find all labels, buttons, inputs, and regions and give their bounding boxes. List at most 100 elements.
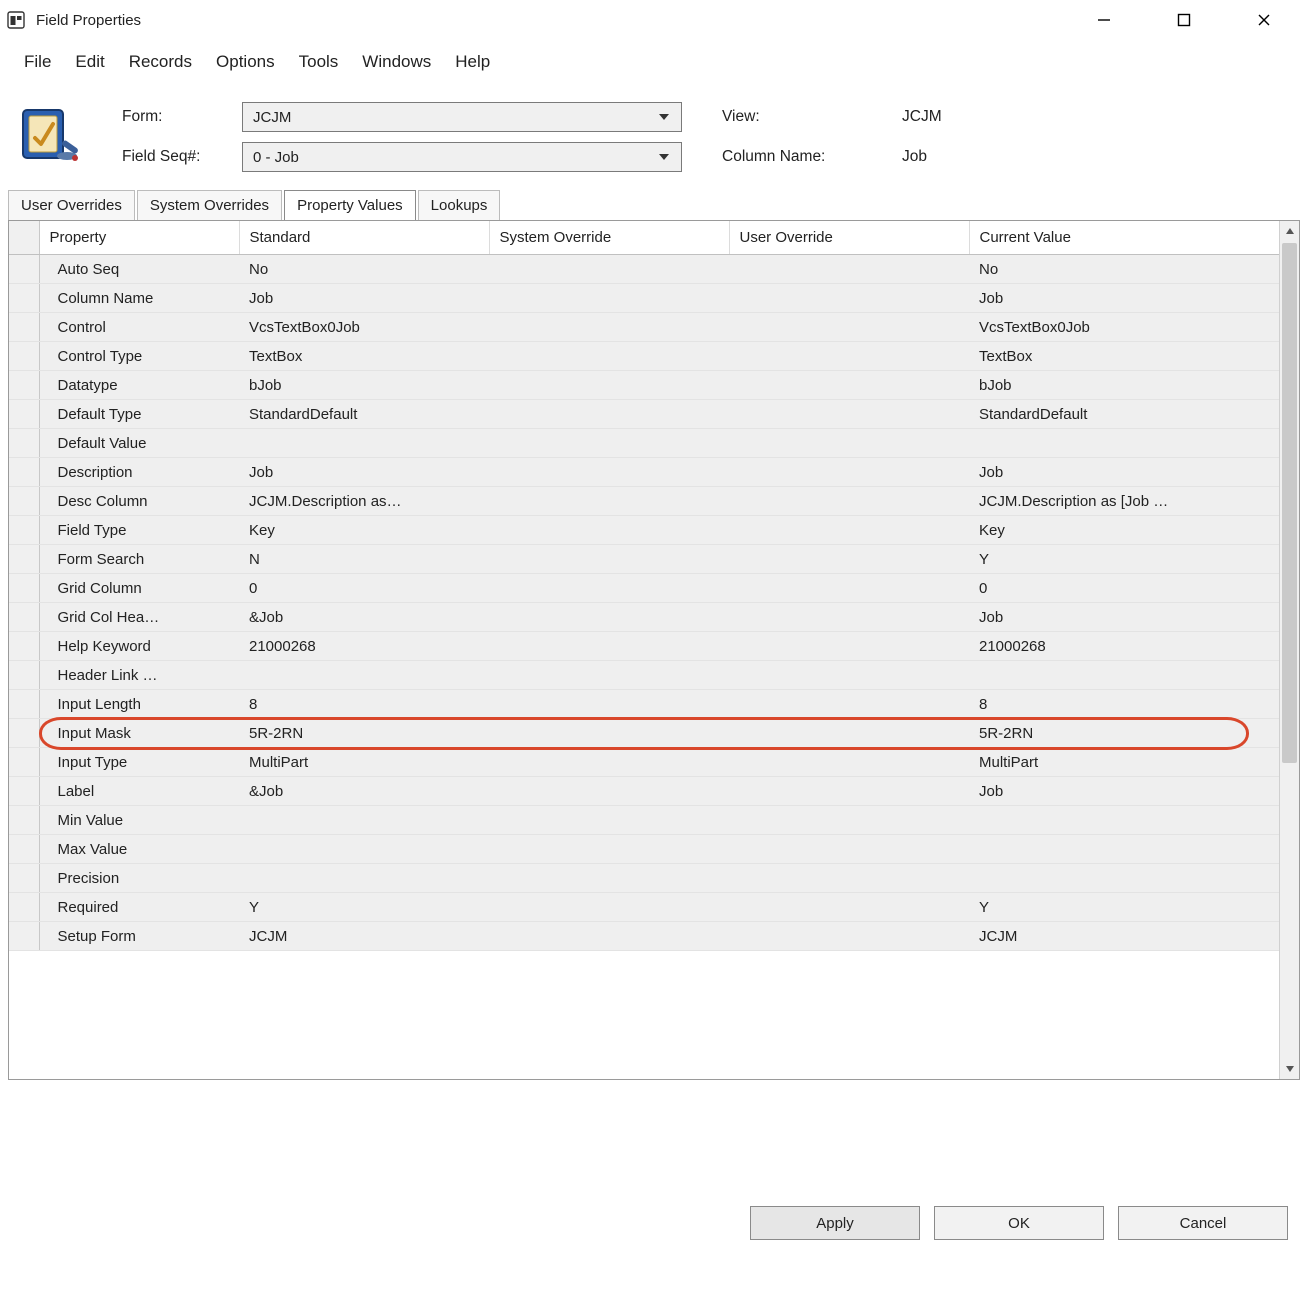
apply-button[interactable]: Apply [750, 1206, 920, 1240]
table-row[interactable]: Desc ColumnJCJM.Description as…JCJM.Desc… [9, 487, 1279, 516]
table-row[interactable]: Control TypeTextBoxTextBox [9, 342, 1279, 371]
menu-file[interactable]: File [24, 52, 51, 72]
cell-property: Grid Column [39, 574, 239, 603]
table-row[interactable]: Field TypeKeyKey [9, 516, 1279, 545]
table-row[interactable]: Help Keyword2100026821000268 [9, 632, 1279, 661]
cell-current: JCJM [969, 922, 1279, 951]
cell-user [729, 574, 969, 603]
row-gutter [9, 371, 39, 400]
tab-user-overrides[interactable]: User Overrides [8, 190, 135, 220]
columnname-label: Column Name: [722, 148, 902, 166]
cell-current: StandardDefault [969, 400, 1279, 429]
ok-button[interactable]: OK [934, 1206, 1104, 1240]
table-row[interactable]: Auto SeqNoNo [9, 255, 1279, 284]
cell-standard: 21000268 [239, 632, 489, 661]
scroll-up-icon[interactable] [1280, 221, 1299, 241]
table-row[interactable]: RequiredYY [9, 893, 1279, 922]
cell-standard: 5R-2RN [239, 719, 489, 748]
cell-system [489, 284, 729, 313]
tab-system-overrides[interactable]: System Overrides [137, 190, 282, 220]
scroll-thumb[interactable] [1282, 243, 1297, 763]
table-row[interactable]: DatatypebJobbJob [9, 371, 1279, 400]
table-row[interactable]: Max Value [9, 835, 1279, 864]
grid-header-current-value[interactable]: Current Value [969, 221, 1279, 255]
row-gutter [9, 545, 39, 574]
row-gutter [9, 603, 39, 632]
table-row[interactable]: ControlVcsTextBox0JobVcsTextBox0Job [9, 313, 1279, 342]
table-row[interactable]: Column NameJobJob [9, 284, 1279, 313]
cell-user [729, 516, 969, 545]
row-gutter [9, 342, 39, 371]
row-gutter [9, 400, 39, 429]
cell-property: Default Type [39, 400, 239, 429]
cancel-button[interactable]: Cancel [1118, 1206, 1288, 1240]
cell-system [489, 806, 729, 835]
table-row[interactable]: Grid Column00 [9, 574, 1279, 603]
table-row[interactable]: Default TypeStandardDefaultStandardDefau… [9, 400, 1279, 429]
close-button[interactable] [1244, 5, 1284, 35]
table-row[interactable]: Header Link … [9, 661, 1279, 690]
menu-tools[interactable]: Tools [299, 52, 339, 72]
cell-property: Control [39, 313, 239, 342]
cell-user [729, 371, 969, 400]
cell-user [729, 603, 969, 632]
cell-standard: Y [239, 893, 489, 922]
table-row[interactable]: Default Value [9, 429, 1279, 458]
form-combo-value: JCJM [253, 109, 291, 126]
form-combo[interactable]: JCJM [242, 102, 682, 132]
cell-standard: TextBox [239, 342, 489, 371]
vertical-scrollbar[interactable] [1279, 221, 1299, 1079]
cell-current: 8 [969, 690, 1279, 719]
table-row[interactable]: Min Value [9, 806, 1279, 835]
table-row[interactable]: Input TypeMultiPartMultiPart [9, 748, 1279, 777]
row-gutter [9, 690, 39, 719]
row-gutter [9, 284, 39, 313]
cell-property: Precision [39, 864, 239, 893]
table-row[interactable]: Grid Col Hea…&JobJob [9, 603, 1279, 632]
maximize-button[interactable] [1164, 5, 1204, 35]
grid-header-row: Property Standard System Override User O… [9, 221, 1279, 255]
cell-user [729, 313, 969, 342]
cell-property: Form Search [39, 545, 239, 574]
cell-current [969, 806, 1279, 835]
window-controls [1084, 5, 1284, 35]
cell-user [729, 806, 969, 835]
grid-header-user-override[interactable]: User Override [729, 221, 969, 255]
cell-current [969, 835, 1279, 864]
row-gutter [9, 255, 39, 284]
table-row[interactable]: Precision [9, 864, 1279, 893]
scroll-down-icon[interactable] [1280, 1059, 1299, 1079]
cell-user [729, 400, 969, 429]
menu-windows[interactable]: Windows [362, 52, 431, 72]
cell-standard: Key [239, 516, 489, 545]
cell-system [489, 545, 729, 574]
cell-property: Grid Col Hea… [39, 603, 239, 632]
table-row[interactable]: Input Mask5R-2RN5R-2RN [9, 719, 1279, 748]
row-gutter [9, 922, 39, 951]
table-row[interactable]: DescriptionJobJob [9, 458, 1279, 487]
tab-property-values[interactable]: Property Values [284, 190, 416, 220]
menu-edit[interactable]: Edit [75, 52, 104, 72]
cell-standard [239, 864, 489, 893]
fieldseq-combo[interactable]: 0 - Job [242, 142, 682, 172]
table-row[interactable]: Input Length88 [9, 690, 1279, 719]
cell-system [489, 922, 729, 951]
grid-header-system-override[interactable]: System Override [489, 221, 729, 255]
cell-property: Setup Form [39, 922, 239, 951]
cell-property: Default Value [39, 429, 239, 458]
table-row[interactable]: Label&JobJob [9, 777, 1279, 806]
grid-header-property[interactable]: Property [39, 221, 239, 255]
cell-property: Input Type [39, 748, 239, 777]
menu-options[interactable]: Options [216, 52, 275, 72]
cell-system [489, 574, 729, 603]
cell-property: Input Length [39, 690, 239, 719]
menu-help[interactable]: Help [455, 52, 490, 72]
grid-header-standard[interactable]: Standard [239, 221, 489, 255]
table-row[interactable]: Form SearchNY [9, 545, 1279, 574]
cell-current: Job [969, 284, 1279, 313]
tab-lookups[interactable]: Lookups [418, 190, 501, 220]
menu-records[interactable]: Records [129, 52, 192, 72]
minimize-button[interactable] [1084, 5, 1124, 35]
table-row[interactable]: Setup FormJCJMJCJM [9, 922, 1279, 951]
cell-system [489, 661, 729, 690]
